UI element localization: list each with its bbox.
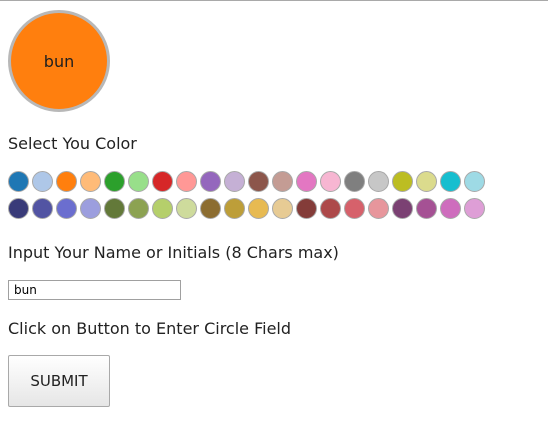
avatar-preview-circle: bun [8, 10, 110, 112]
submit-button[interactable]: SUBMIT [8, 355, 110, 407]
color-swatch[interactable] [104, 171, 125, 192]
color-swatch[interactable] [296, 198, 317, 219]
color-swatch[interactable] [464, 198, 485, 219]
color-swatch[interactable] [128, 171, 149, 192]
color-swatch[interactable] [176, 171, 197, 192]
color-swatch[interactable] [32, 198, 53, 219]
color-swatch[interactable] [344, 198, 365, 219]
color-swatch[interactable] [56, 198, 77, 219]
color-swatch[interactable] [56, 171, 77, 192]
color-swatch[interactable] [80, 171, 101, 192]
color-swatch[interactable] [272, 198, 293, 219]
color-swatch[interactable] [392, 171, 413, 192]
color-swatch[interactable] [344, 171, 365, 192]
top-divider [0, 0, 548, 1]
color-swatch[interactable] [176, 198, 197, 219]
color-swatch[interactable] [104, 198, 125, 219]
color-swatch[interactable] [248, 198, 269, 219]
color-swatch[interactable] [464, 171, 485, 192]
color-swatch[interactable] [272, 171, 293, 192]
color-swatch[interactable] [200, 198, 221, 219]
name-input-label: Input Your Name or Initials (8 Chars max… [8, 243, 339, 262]
color-swatch[interactable] [8, 198, 29, 219]
color-swatch[interactable] [128, 198, 149, 219]
color-swatch[interactable] [224, 198, 245, 219]
color-swatch[interactable] [392, 198, 413, 219]
color-swatch[interactable] [32, 171, 53, 192]
color-swatch[interactable] [8, 171, 29, 192]
color-swatch[interactable] [248, 171, 269, 192]
color-swatch[interactable] [440, 171, 461, 192]
color-swatch[interactable] [320, 198, 341, 219]
color-swatch[interactable] [416, 171, 437, 192]
color-palette-row-2 [8, 198, 485, 219]
submit-instruction-label: Click on Button to Enter Circle Field [8, 319, 292, 338]
color-swatch[interactable] [296, 171, 317, 192]
color-swatch[interactable] [80, 198, 101, 219]
color-swatch[interactable] [320, 171, 341, 192]
select-color-label: Select You Color [8, 134, 137, 153]
color-swatch[interactable] [416, 198, 437, 219]
color-swatch[interactable] [200, 171, 221, 192]
color-swatch[interactable] [440, 198, 461, 219]
color-swatch[interactable] [368, 171, 389, 192]
color-palette-row-1 [8, 171, 485, 192]
color-swatch[interactable] [224, 171, 245, 192]
name-input[interactable] [8, 280, 181, 300]
avatar-initials: bun [43, 51, 75, 71]
color-swatch[interactable] [152, 171, 173, 192]
color-swatch[interactable] [368, 198, 389, 219]
color-swatch[interactable] [152, 198, 173, 219]
